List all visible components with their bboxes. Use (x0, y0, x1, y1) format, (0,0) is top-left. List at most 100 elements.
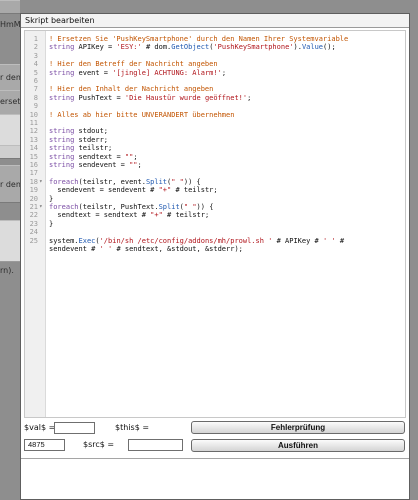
number-input[interactable]: 4875 (24, 439, 65, 451)
code-line: 1 ! Ersetzen Sie 'PushKeySmartphone' durc… (25, 35, 405, 43)
code-line: 21 ▾ foreach(teilstr, PushText.Split(" "))… (25, 203, 405, 211)
code-token: " " (171, 177, 184, 186)
code-token: (teilstr, PushText. (78, 203, 159, 211)
this-label: $this$ = (115, 423, 150, 432)
code-line: 9 (25, 102, 405, 110)
src-label: $src$ = (83, 440, 115, 449)
code-token: ! Ersetzen Sie 'PushKeySmartphone' durch… (49, 35, 349, 43)
code-token: 'Die Haustür wurde geöffnet!' (124, 93, 248, 102)
code-line: 25 system.Exec('/bin/sh /etc/config/addon… (25, 237, 405, 245)
code-line: sendevent # ' ' # sendtext, &stdout, &st… (25, 245, 405, 253)
code-token: Split (145, 177, 168, 186)
code-token: Split (158, 203, 180, 211)
src-input[interactable] (128, 439, 183, 451)
code-token: )) { (183, 177, 201, 186)
code-editor[interactable]: 1 ! Ersetzen Sie 'PushKeySmartphone' durc… (24, 30, 406, 418)
code-token: APIKey = (74, 43, 117, 52)
code-token: foreach (49, 203, 79, 211)
fold-arrow-icon[interactable]: ▾ (39, 178, 45, 186)
line-number: 15 (29, 152, 38, 161)
background-row (0, 145, 20, 159)
line-number: 8 (33, 93, 38, 102)
code-text: ! Ersetzen Sie 'PushKeySmartphone' durch… (49, 35, 403, 43)
line-number: 13 (29, 135, 38, 144)
code-token: Value (301, 43, 324, 52)
line-number: 14 (29, 144, 38, 153)
code-text: string stderr; (49, 136, 403, 144)
background-strip (0, 0, 20, 14)
code-line: 19 sendevent = sendevent # "+" # teilstr… (25, 186, 405, 194)
code-text: ! Alles ab hier bitte UNVERÄNDERT überne… (49, 111, 403, 119)
code-line: 12 string stdout; (25, 127, 405, 135)
code-text: string sendtext = ""; (49, 153, 403, 161)
code-line: 22 sendtext = sendtext # "+" # teilstr; (25, 211, 405, 219)
check-syntax-button[interactable]: Fehlerprüfung (191, 421, 405, 434)
code-token: # teilstr; (171, 186, 218, 195)
code-text: string sendevent = ""; (49, 161, 403, 169)
script-controls: $val$ = $this$ = Fehlerprüfung 4875 $src… (21, 420, 409, 460)
script-editor-dialog: Skript bearbeiten 1 ! Ersetzen Sie 'PushK… (20, 13, 410, 500)
code-text: string teilstr; (49, 144, 403, 152)
code-text: } (49, 220, 403, 228)
line-number: 25 (29, 236, 38, 245)
code-line: 16 string sendevent = ""; (25, 161, 405, 169)
code-line: 14 string teilstr; (25, 144, 405, 152)
code-token: sendevent = sendevent # (49, 186, 159, 195)
background-panel (0, 114, 20, 146)
val-input[interactable] (54, 422, 95, 434)
code-token: string (49, 144, 75, 153)
code-token: )) { (196, 203, 214, 211)
code-line: 7 ! Hier den Inhalt der Nachricht angeben (25, 85, 405, 93)
code-token: ! Alles ab hier bitte UNVERÄNDERT überne… (49, 110, 235, 119)
line-number: 4 (33, 60, 38, 69)
code-token: stderr; (74, 135, 109, 144)
code-token: string (49, 127, 75, 136)
code-token: # dom. (141, 43, 172, 52)
code-token: "+" (150, 211, 163, 220)
code-line: 5 string event = '[jingle] ACHTUNG: Alarm… (25, 69, 405, 77)
dialog-title: Skript bearbeiten (21, 14, 409, 28)
code-token: sendtext = (74, 152, 125, 161)
code-token: ' ' (322, 236, 336, 245)
background-panel (0, 220, 20, 262)
line-number: 19 (29, 186, 38, 195)
line-number: 9 (33, 102, 38, 111)
code-text: ! Hier den Inhalt der Nachricht angeben (49, 85, 403, 93)
code-text: foreach(teilstr, event.Split(" ")) { (49, 178, 403, 186)
line-number: 6 (33, 77, 38, 85)
code-token: ; (133, 152, 138, 161)
background-label: r dem (0, 180, 20, 189)
line-number: 17 (29, 169, 38, 178)
code-line: 15 string sendtext = ""; (25, 153, 405, 161)
line-number: 11 (29, 119, 38, 127)
code-token: string (49, 68, 75, 77)
line-number: 20 (29, 194, 38, 203)
code-token: ! Hier den Betreff der Nachricht angeben (49, 60, 218, 69)
line-number: 24 (29, 228, 38, 237)
code-token: string (49, 152, 75, 161)
fold-arrow-icon[interactable]: ▾ (39, 203, 45, 211)
code-token: string (49, 161, 75, 169)
code-token: PushText = (74, 93, 125, 102)
line-number: 16 (29, 161, 38, 169)
code-token: ! Hier den Inhalt der Nachricht angeben (49, 85, 214, 94)
code-token: ' ' (99, 245, 113, 253)
code-token: } (49, 219, 54, 228)
line-number: 18 (29, 177, 38, 186)
code-line: 2 string APIKey = 'ESY:' # dom.GetObject(… (25, 43, 405, 51)
code-line: 3 (25, 52, 405, 60)
code-token: # (335, 236, 345, 245)
code-line: 24 (25, 228, 405, 236)
background-label: r dem (0, 73, 20, 82)
run-button[interactable]: Ausführen (191, 439, 405, 452)
code-token: system. (49, 236, 79, 245)
code-token: " " (183, 203, 197, 211)
code-token: sendevent # (49, 245, 100, 253)
code-token: ). (293, 43, 302, 52)
code-token: "" (129, 161, 138, 169)
line-number: 12 (29, 127, 38, 136)
code-text: ! Hier den Betreff der Nachricht angeben (49, 60, 403, 68)
code-token: # sendtext, &stdout, &stderr); (112, 245, 243, 253)
code-line: 10 ! Alles ab hier bitte UNVERÄNDERT über… (25, 111, 405, 119)
code-token: event = (74, 68, 113, 77)
